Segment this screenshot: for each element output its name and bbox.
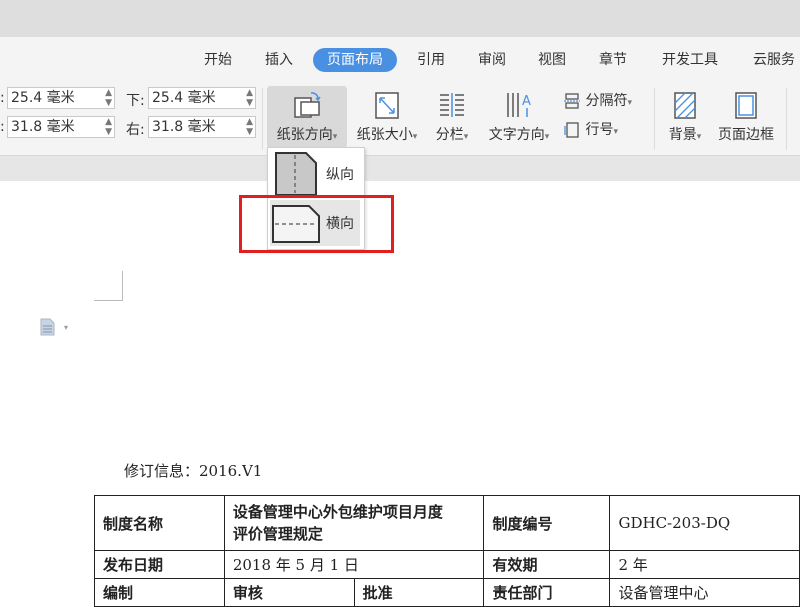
text-direction-label: 文字方向 (488, 127, 545, 143)
tab-developer[interactable]: 开发工具 (652, 48, 728, 72)
cell-line: 评价管理规定 (232, 525, 323, 543)
orientation-button[interactable]: 纸张方向▾ (267, 86, 347, 148)
chevron-down-icon: ▾ (544, 132, 550, 142)
orientation-portrait-item[interactable]: 纵向 (270, 150, 360, 196)
margin-right-input[interactable]: 31.8 毫米 ▲ ▼ (148, 116, 256, 138)
spinner-icon[interactable]: ▲ ▼ (246, 117, 253, 137)
svg-text:A: A (522, 94, 531, 109)
background-button[interactable]: 背景▾ (660, 86, 710, 148)
regulation-table: 制度名称 设备管理中心外包维护项目月度 评价管理规定 制度编号 GDHC-203-… (94, 495, 800, 607)
chevron-down-icon: ▾ (463, 132, 469, 142)
tab-start[interactable]: 开始 (194, 48, 242, 72)
line-number-icon (564, 122, 579, 138)
columns-button[interactable]: 分栏▾ (427, 86, 477, 148)
margin-top-input[interactable]: 25.4 毫米 ▲ ▼ (7, 87, 115, 109)
chevron-down-icon: ▾ (412, 132, 418, 142)
table-cell: 批准 (353, 578, 485, 607)
chevron-down-icon: ▾ (696, 132, 702, 142)
corner-mark (122, 271, 123, 301)
spinner-icon[interactable]: ▲ ▼ (105, 88, 112, 108)
table-cell: 制度名称 (94, 495, 225, 551)
svg-text:▾: ▾ (64, 323, 68, 332)
table-cell: 审核 (223, 578, 355, 607)
text-direction-button[interactable]: A 文字方向▾ (481, 86, 557, 148)
revision-info: 修订信息：2016.V1 (124, 462, 263, 480)
paper-size-label: 纸张大小 (356, 127, 413, 143)
margin-bottom-value: 25.4 毫米 (152, 90, 216, 106)
tab-insert[interactable]: 插入 (255, 48, 303, 72)
paper-size-button[interactable]: 纸张大小▾ (351, 86, 423, 148)
margin-left-value: 31.8 毫米 (11, 119, 75, 135)
chevron-down-icon: ▾ (627, 98, 632, 108)
columns-label: 分栏 (435, 127, 464, 143)
tab-references[interactable]: 引用 (407, 48, 455, 72)
margin-right-value: 31.8 毫米 (152, 119, 216, 135)
margin-left-input[interactable]: 31.8 毫米 ▲ ▼ (7, 116, 115, 138)
table-cell: 制度编号 (483, 495, 611, 551)
paper-size-icon (375, 92, 399, 119)
columns-icon (440, 93, 464, 117)
ribbon-divider (262, 88, 263, 150)
background-label: 背景 (668, 127, 697, 143)
table-cell: GDHC-203-DQ (609, 495, 800, 551)
table-cell: 有效期 (483, 550, 611, 579)
text-direction-icon: A (507, 93, 531, 117)
chevron-down-icon: ▾ (613, 127, 618, 137)
table-row: 制度名称 设备管理中心外包维护项目月度 评价管理规定 制度编号 GDHC-203-… (94, 495, 800, 551)
tab-page-layout[interactable]: 页面布局 (313, 48, 397, 72)
spinner-icon[interactable]: ▲ ▼ (105, 117, 112, 137)
document-icon[interactable]: ▾ (40, 318, 70, 340)
margin-right-label: 右: (126, 122, 145, 138)
table-cell: 2018 年 5 月 1 日 (223, 550, 485, 579)
highlight-box (239, 195, 394, 253)
portrait-label: 纵向 (326, 167, 354, 183)
margin-left-label: : (0, 119, 5, 135)
table-cell: 设备管理中心外包维护项目月度 评价管理规定 (223, 495, 485, 551)
separator-label: 分隔符 (585, 93, 628, 109)
spinner-icon[interactable]: ▲ ▼ (246, 88, 253, 108)
title-bar (0, 0, 800, 37)
orientation-label: 纸张方向 (276, 127, 333, 143)
table-cell: 责任部门 (483, 578, 611, 607)
table-row: 发布日期 2018 年 5 月 1 日 有效期 2 年 (94, 550, 800, 579)
portrait-page-icon (275, 152, 317, 195)
margin-top-label: : (0, 90, 5, 106)
table-cell: 发布日期 (94, 550, 225, 579)
cell-line: 设备管理中心外包维护项目月度 (232, 503, 443, 521)
ribbon-divider (786, 88, 787, 150)
page-border-icon (735, 92, 757, 119)
corner-mark (94, 300, 123, 301)
tab-view[interactable]: 视图 (528, 48, 576, 72)
margin-top-value: 25.4 毫米 (11, 90, 75, 106)
orientation-icon (294, 92, 321, 118)
tab-sections[interactable]: 章节 (589, 48, 637, 72)
background-icon (674, 92, 696, 119)
page-border-button[interactable]: 页面边框 (712, 86, 780, 148)
separator-icon (564, 93, 580, 109)
table-cell: 设备管理中心 (609, 578, 800, 607)
table-cell: 2 年 (609, 550, 800, 579)
tab-review[interactable]: 审阅 (468, 48, 516, 72)
page-border-label: 页面边框 (718, 127, 774, 143)
table-cell: 编制 (94, 578, 225, 607)
tab-cloud[interactable]: 云服务 (744, 48, 800, 72)
line-number-label: 行号 (585, 122, 614, 138)
margin-bottom-input[interactable]: 25.4 毫米 ▲ ▼ (148, 87, 256, 109)
table-row: 编制 审核 批准 责任部门 设备管理中心 (94, 578, 800, 607)
ribbon-divider (654, 88, 655, 150)
ribbon-bottom-strip (0, 155, 800, 181)
chevron-down-icon: ▾ (332, 132, 338, 142)
margin-bottom-label: 下: (126, 93, 145, 109)
line-number-button[interactable]: 行号▾ (563, 119, 647, 141)
separator-button[interactable]: 分隔符▾ (563, 90, 647, 112)
